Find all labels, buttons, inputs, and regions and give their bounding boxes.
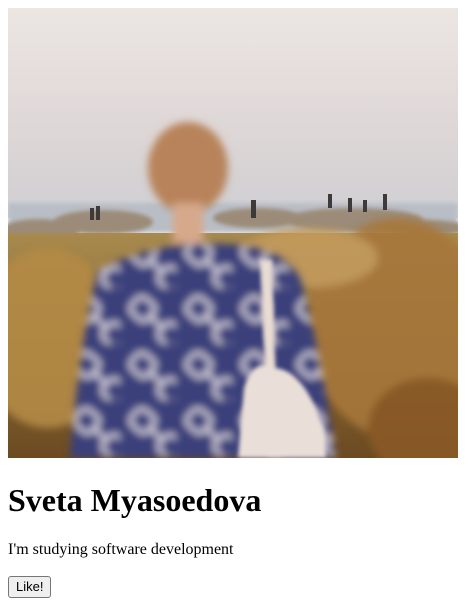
profile-bio: I'm studying software development xyxy=(8,541,234,558)
profile-name: Sveta Myasoedova xyxy=(8,482,262,518)
profile-photo xyxy=(8,8,458,458)
like-button[interactable]: Like! xyxy=(8,576,52,598)
